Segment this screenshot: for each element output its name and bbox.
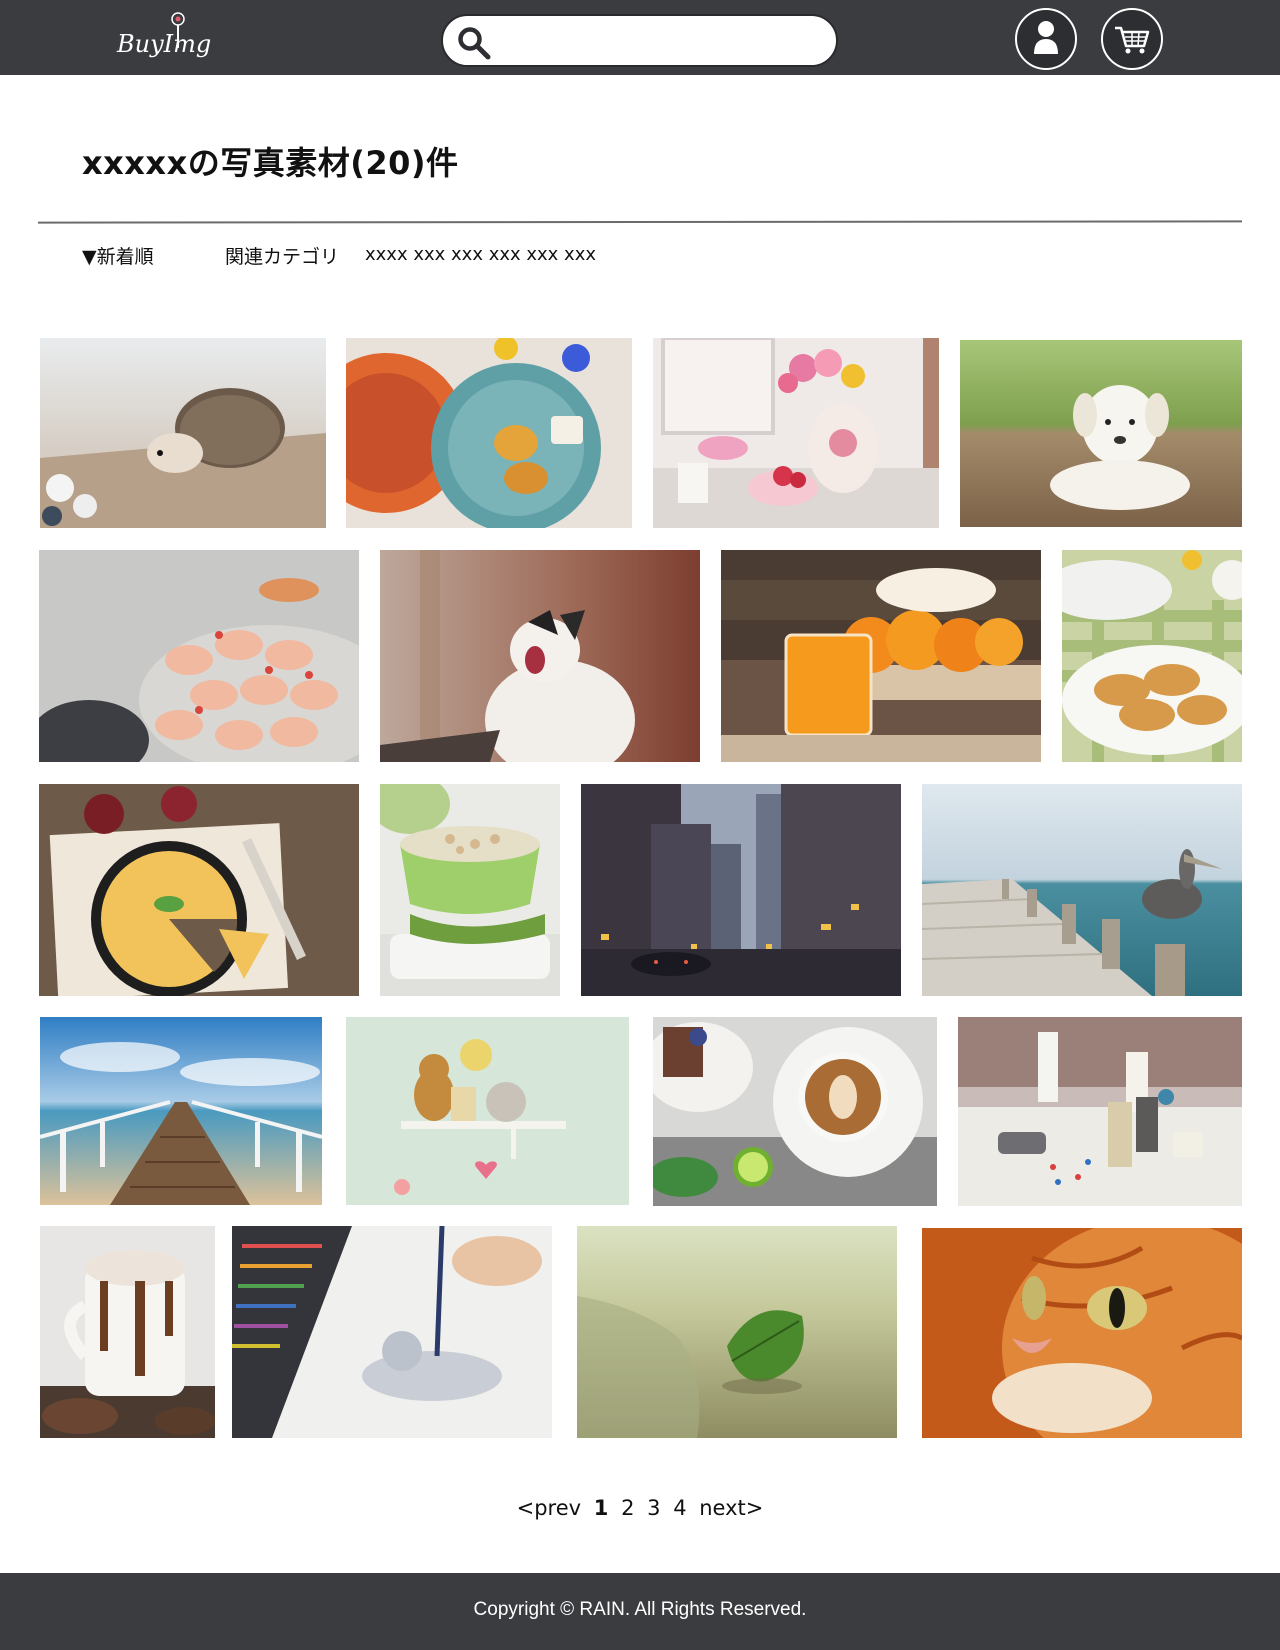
user-icon xyxy=(1034,21,1058,54)
photo-pelican-pier[interactable] xyxy=(922,784,1242,996)
photo-macarons[interactable] xyxy=(39,550,359,762)
photo-plates-pancakes[interactable] xyxy=(346,338,632,528)
photo-thread-spools[interactable] xyxy=(958,1017,1242,1206)
photo-yawning-cat[interactable] xyxy=(380,550,700,762)
cart-button[interactable] xyxy=(1101,8,1163,70)
search-bar[interactable] xyxy=(441,14,838,67)
search-input[interactable] xyxy=(501,24,821,60)
related-category-label: 関連カテゴリ xyxy=(225,246,340,268)
site-logo[interactable]: BuyImg xyxy=(115,8,215,68)
pagination-page-3[interactable]: 3 xyxy=(647,1496,660,1520)
pagination: <prev 1 2 3 4 next> xyxy=(0,1496,1280,1520)
sort-newest-dropdown[interactable]: ▼新着順 xyxy=(82,242,154,269)
pagination-prev-link[interactable]: <prev xyxy=(517,1496,581,1520)
photo-flowers-table[interactable] xyxy=(653,338,939,528)
photo-hot-chocolate[interactable] xyxy=(40,1226,215,1438)
photo-leaf-beach[interactable] xyxy=(577,1226,897,1438)
photo-hedgehog[interactable] xyxy=(40,338,326,528)
photo-cookies-plate[interactable] xyxy=(1062,550,1242,762)
cart-icon xyxy=(1115,26,1150,54)
search-icon[interactable] xyxy=(457,26,491,60)
photo-city-street[interactable] xyxy=(581,784,901,996)
pagination-page-1[interactable]: 1 xyxy=(594,1496,609,1520)
photo-green-bowl[interactable] xyxy=(380,784,560,996)
photo-orange-cat[interactable] xyxy=(922,1228,1242,1438)
logo-text: BuyImg xyxy=(116,30,211,58)
copyright-text: Copyright © RAIN. All Rights Reserved. xyxy=(473,1599,807,1620)
photo-latte-coffee[interactable] xyxy=(653,1017,937,1206)
pagination-page-4[interactable]: 4 xyxy=(673,1496,686,1520)
photo-teddy-shelf[interactable] xyxy=(346,1017,629,1205)
photo-white-puppy[interactable] xyxy=(960,340,1242,527)
photo-wooden-pier[interactable] xyxy=(40,1017,322,1205)
photo-quiche[interactable] xyxy=(39,784,359,996)
photo-cat-drawing[interactable] xyxy=(232,1226,552,1438)
title-divider xyxy=(37,220,1243,224)
pagination-page-2[interactable]: 2 xyxy=(621,1496,634,1520)
related-category-tags[interactable]: xxxx xxx xxx xxx xxx xxx xyxy=(365,244,596,265)
site-footer: Copyright © RAIN. All Rights Reserved. xyxy=(0,1573,1280,1650)
site-header: BuyImg xyxy=(0,0,1280,75)
page-title: xxxxxの写真素材(20)件 xyxy=(82,144,459,182)
pagination-next-link[interactable]: next> xyxy=(699,1496,763,1520)
user-account-button[interactable] xyxy=(1015,8,1077,70)
photo-orange-juice[interactable] xyxy=(721,550,1041,762)
